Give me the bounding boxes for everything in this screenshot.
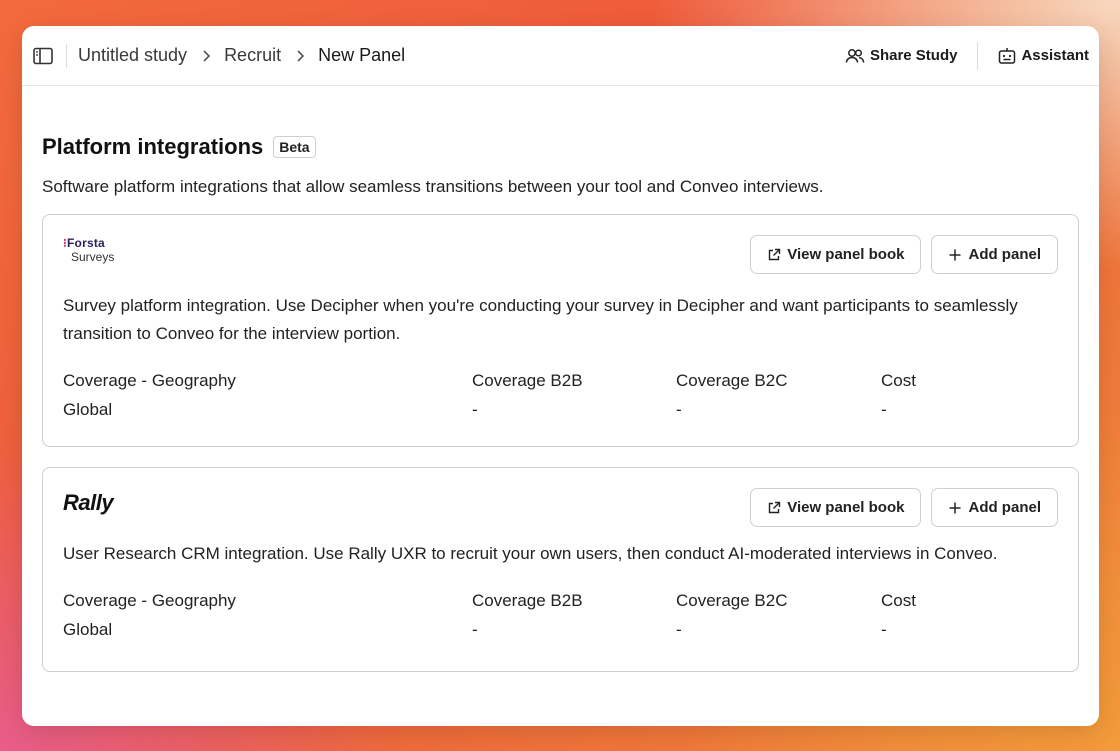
beta-badge: Beta [273,136,316,158]
cost-header: Cost [881,591,916,610]
coverage-geography-value: Global [63,400,113,419]
coverage-b2b-value: - [472,620,478,639]
add-panel-label: Add panel [968,499,1041,516]
plus-icon [949,502,961,513]
view-panel-book-label: View panel book [787,246,905,263]
integration-description: User Research CRM integration. Use Rally… [63,544,998,563]
section-header: Platform integrations Beta [42,134,1079,160]
cost-header: Cost [881,371,916,390]
rally-logo: Rally [63,490,114,515]
forsta-logo: ⁝Forsta Surveys [63,236,115,264]
users-icon [845,48,865,63]
coverage-b2c-value: - [676,400,682,419]
add-panel-button[interactable]: Add panel [931,235,1058,274]
integration-card-forsta: ⁝Forsta Surveys View panel book Add pane… [42,214,1079,447]
coverage-b2b-value: - [472,400,478,419]
share-study-button[interactable]: Share Study [845,47,958,64]
assistant-button[interactable]: Assistant [998,47,1089,65]
integration-description: Survey platform integration. Use Deciphe… [63,296,1018,343]
view-panel-book-button[interactable]: View panel book [750,488,922,527]
breadcrumb-new-panel: New Panel [318,45,406,65]
coverage-b2b-header: Coverage B2B [472,591,583,610]
view-panel-book-button[interactable]: View panel book [750,235,922,274]
breadcrumb: Untitled study Recruit New Panel [78,45,405,66]
share-study-label: Share Study [869,47,958,64]
coverage-b2b-header: Coverage B2B [472,371,583,390]
add-panel-label: Add panel [968,246,1041,263]
assistant-label: Assistant [1021,47,1089,64]
coverage-geography-header: Coverage - Geography [63,371,236,390]
forsta-logo-brand: Forsta [67,236,105,250]
coverage-b2c-header: Coverage B2C [676,371,788,390]
divider [66,43,67,68]
plus-icon [949,249,961,260]
coverage-table: Coverage - Geography Global Coverage B2B… [63,366,1058,424]
external-link-icon [769,248,781,260]
coverage-table: Coverage - Geography Global Coverage B2B… [63,586,1058,644]
app-window: Untitled study Recruit New Panel Share S… [22,26,1099,726]
chevron-right-icon [296,49,305,63]
view-panel-book-label: View panel book [787,499,905,516]
integration-card-rally: Rally View panel book Add panel User Res… [42,467,1079,672]
external-link-icon [769,501,781,513]
assistant-icon [999,47,1016,64]
section-description: Software platform integrations that allo… [42,177,824,196]
coverage-b2c-header: Coverage B2C [676,591,788,610]
coverage-geography-header: Coverage - Geography [63,591,236,610]
add-panel-button[interactable]: Add panel [931,488,1058,527]
breadcrumb-recruit[interactable]: Recruit [224,45,281,66]
coverage-b2c-value: - [676,620,682,639]
chevron-right-icon [202,49,211,63]
coverage-geography-value: Global [63,620,113,639]
main-content: Platform integrations Beta Software plat… [22,86,1099,672]
breadcrumb-study[interactable]: Untitled study [78,45,187,66]
cost-value: - [881,400,887,419]
divider [977,41,979,70]
page-title: Platform integrations [42,134,264,159]
forsta-logo-sub: Surveys [71,250,115,264]
sidebar-toggle-icon[interactable] [32,45,54,67]
top-bar: Untitled study Recruit New Panel Share S… [22,26,1099,86]
cost-value: - [881,620,887,639]
